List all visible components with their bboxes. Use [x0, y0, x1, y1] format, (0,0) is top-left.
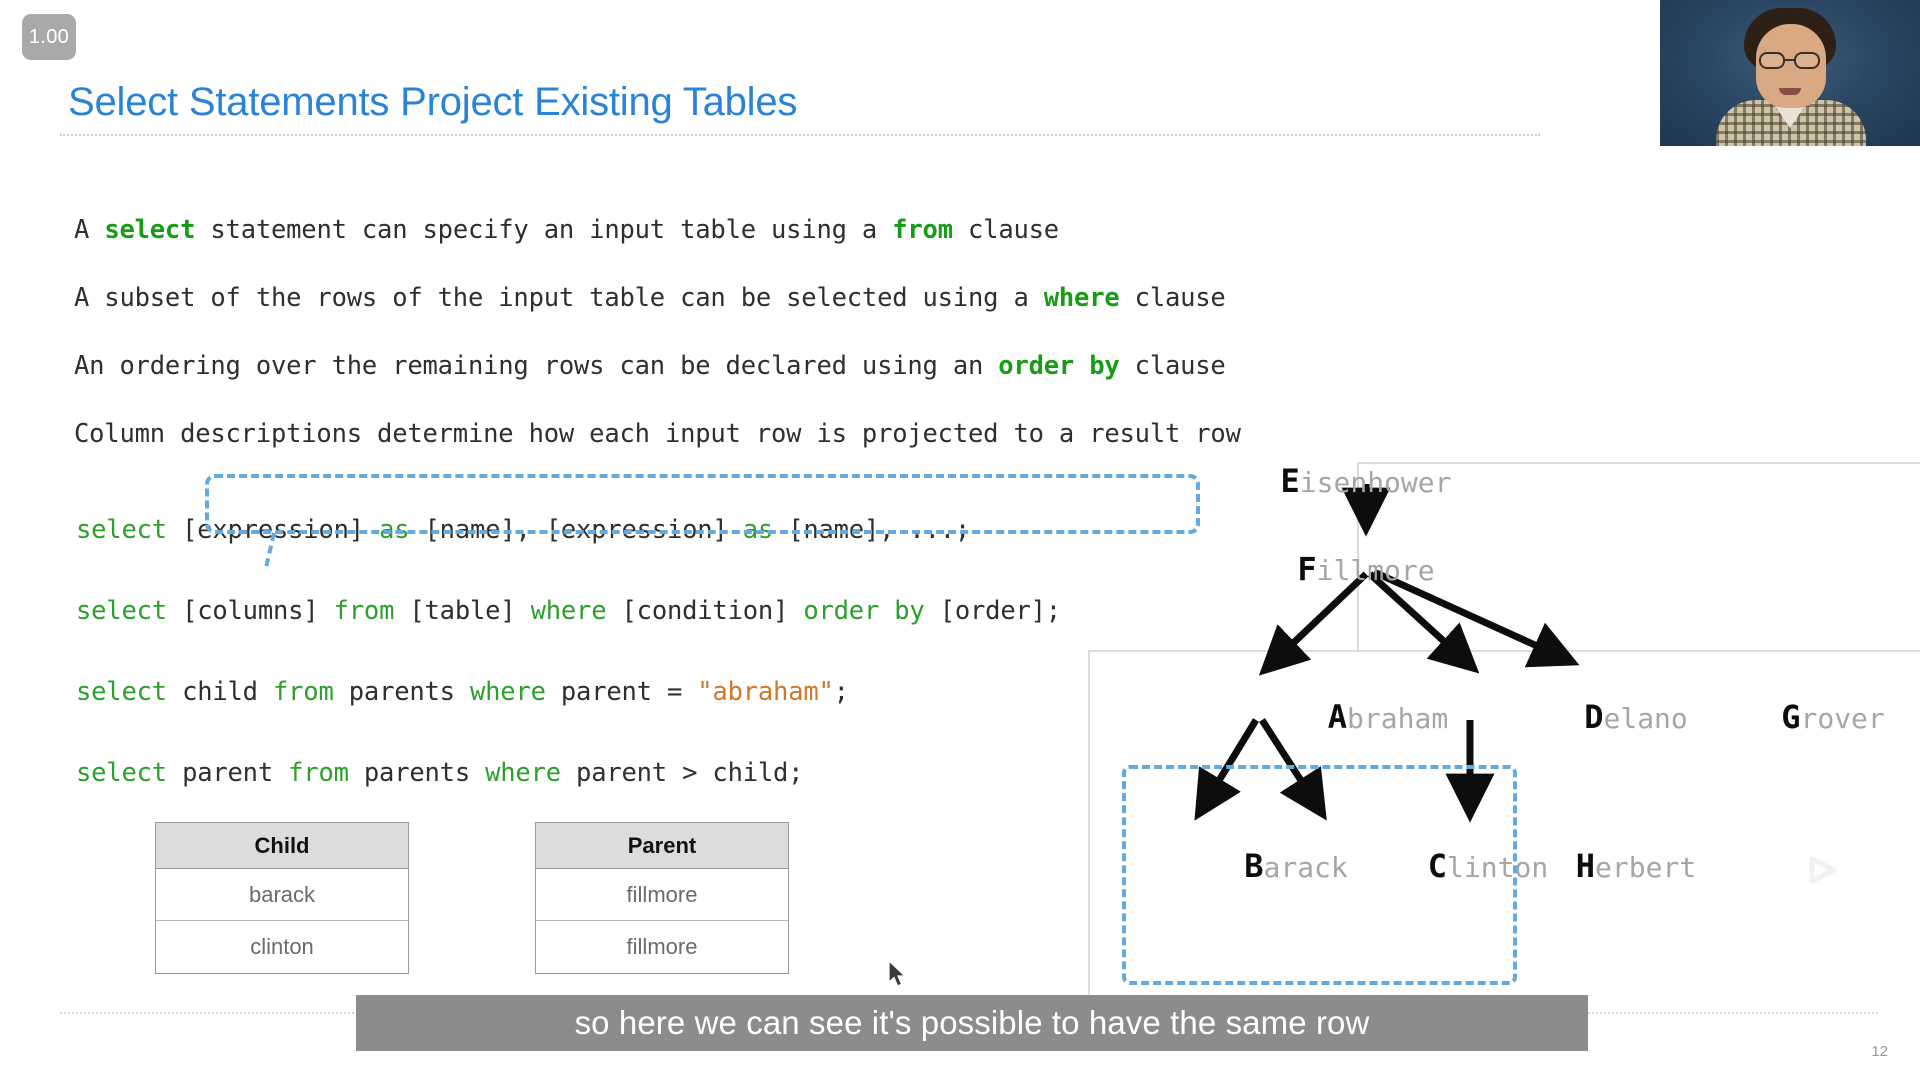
text-run: An ordering over the remaining rows can … [74, 351, 999, 381]
code-run: parents [348, 758, 486, 788]
tree-node-initial: D [1584, 698, 1604, 736]
text-run: A subset of the rows of the input table … [74, 283, 1044, 313]
text-run: clause [952, 215, 1059, 245]
tree-node-initial: A [1327, 698, 1348, 736]
sql-keyword: where [485, 758, 561, 788]
result-table-child: Child barack clinton [155, 822, 409, 974]
bullet-line: A subset of the rows of the input table … [74, 264, 1241, 332]
sql-keyword: order by [998, 351, 1120, 381]
slide-viewer: 1.00 Select Statements Project Existing … [0, 0, 1920, 1080]
code-run: ; [833, 677, 849, 707]
code-run: [table] [394, 596, 531, 626]
code-run: parent > child; [560, 758, 804, 788]
tree-node-rest: illmore [1316, 554, 1435, 587]
tree-node-rest: erbert [1595, 851, 1697, 884]
playback-speed-badge[interactable]: 1.00 [22, 14, 76, 60]
webcam-mouth [1779, 88, 1801, 95]
sql-keyword: where [530, 596, 607, 626]
tree-node: Abraham [1328, 698, 1448, 736]
webcam-glasses-left [1759, 52, 1785, 69]
code-line: select [columns] from [table] where [con… [76, 571, 1061, 652]
code-run: [condition] [606, 596, 804, 626]
tree-node: Grover [1781, 698, 1885, 736]
tree-node: Delano [1584, 698, 1688, 736]
code-line: select parent from parents where parent … [76, 733, 1061, 814]
sql-keyword: select [76, 677, 167, 707]
tree-node-rest: elano [1603, 702, 1688, 735]
highlight-box-column-descriptions [205, 474, 1200, 534]
code-run: parent = [545, 677, 698, 707]
bullet-line: Column descriptions determine how each i… [74, 400, 1241, 468]
slide-title: Select Statements Project Existing Table… [68, 80, 798, 124]
code-run: parent [166, 758, 289, 788]
tree-node-rest: braham [1347, 702, 1449, 735]
sql-string-literal: "abraham" [697, 677, 834, 707]
bullet-line: A select statement can specify an input … [74, 196, 1241, 264]
code-run: parents [333, 677, 470, 707]
code-line: select child from parents where parent =… [76, 652, 1061, 733]
video-caption-text: so here we can see it's possible to have… [574, 1004, 1370, 1041]
sql-keyword: where [1043, 283, 1120, 313]
table-row: barack [156, 869, 408, 921]
playback-speed-label: 1.00 [28, 25, 70, 48]
tree-node-initial: H [1575, 847, 1596, 885]
sql-keyword: from [273, 677, 334, 707]
sql-keyword: from [333, 596, 395, 626]
webcam-glasses-bridge [1785, 59, 1794, 61]
sql-keyword: select [76, 596, 167, 626]
tree-node: Fillmore [1297, 550, 1434, 588]
text-run: statement can specify an input table usi… [195, 215, 893, 245]
sql-keyword: from [288, 758, 349, 788]
table-row: fillmore [626, 934, 698, 959]
tv-play-icon [1776, 828, 1862, 906]
sql-keyword: where [469, 677, 546, 707]
tree-node: Herbert [1576, 847, 1696, 885]
instructor-webcam-video[interactable] [1658, 0, 1920, 148]
table-header-cell: Child [156, 823, 408, 869]
result-table-parent: Parent fillmore fillmore [535, 822, 789, 974]
tree-node-initial: G [1781, 698, 1801, 736]
slide-page-number: 12 [1871, 1043, 1888, 1060]
code-run: child [166, 677, 273, 707]
video-caption-bar: so here we can see it's possible to have… [356, 995, 1588, 1051]
text-run: clause [1119, 351, 1226, 381]
code-run: [order]; [924, 596, 1061, 626]
table-row: clinton [250, 934, 314, 959]
title-divider [60, 134, 1540, 136]
tree-node-initial: F [1297, 550, 1317, 588]
webcam-glasses-right [1794, 52, 1820, 69]
sql-keyword: select [76, 758, 167, 788]
text-run: Column descriptions determine how each i… [74, 419, 1241, 449]
sql-keyword: select [76, 515, 167, 545]
highlight-box-abraham-subtree [1122, 765, 1517, 985]
slide-code-block: select [expression] as [name], [expressi… [76, 490, 1061, 814]
tree-node-rest: rover [1800, 702, 1885, 735]
tree-node-rest: isenhower [1299, 466, 1452, 499]
text-run: clause [1119, 283, 1226, 313]
table-header-cell: Parent [536, 823, 788, 869]
sql-keyword: select [104, 215, 196, 245]
tree-node-initial: E [1280, 462, 1300, 500]
code-run: [columns] [166, 596, 334, 626]
sql-keyword: order by [803, 596, 925, 626]
bullet-line: An ordering over the remaining rows can … [74, 332, 1241, 400]
sql-keyword: from [892, 215, 953, 245]
table-row: fillmore [536, 869, 788, 921]
tree-node: Eisenhower [1281, 462, 1452, 500]
text-run: A [74, 215, 105, 245]
slide-bullet-text: A select statement can specify an input … [74, 196, 1241, 468]
